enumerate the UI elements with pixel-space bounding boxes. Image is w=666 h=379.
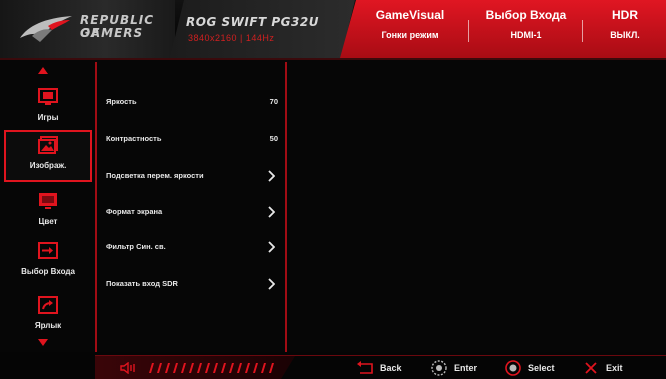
rog-eye-logo-icon	[20, 16, 72, 42]
sidebar-item-label: Ярлык	[34, 321, 62, 330]
osd-menu: REPUBLIC OF GAMERS ROG SWIFT PG32U 3840x…	[0, 0, 666, 379]
joystick-enter-icon	[431, 360, 447, 376]
hdr-value: ВЫКЛ.	[610, 30, 640, 40]
select-label: Select	[528, 363, 555, 373]
menu-item-contrast[interactable]: Контрастность 50	[100, 129, 282, 149]
input-title: Выбор Входа	[485, 8, 567, 22]
exit-button[interactable]: Exit	[582, 359, 636, 377]
chevron-right-icon	[268, 241, 275, 253]
menu-item-show-sdr-input[interactable]: Показать вход SDR	[100, 274, 282, 294]
back-button[interactable]: Back	[356, 359, 416, 377]
select-button[interactable]: Select	[504, 359, 574, 377]
header-divider	[468, 20, 469, 42]
input-arrow-icon	[38, 242, 58, 259]
sidebar-item-color[interactable]: Цвет	[6, 188, 90, 236]
shortcut-icon	[38, 296, 58, 314]
chevron-right-icon	[268, 170, 275, 182]
menu-item-blue-light-filter[interactable]: Фильтр Син. св.	[100, 237, 282, 257]
enter-label: Enter	[454, 363, 478, 373]
menu-item-value: 70	[269, 97, 278, 106]
gamevisual-value: Гонки режим	[381, 30, 439, 40]
gamevisual-status: GameVisual Гонки режим	[358, 0, 462, 58]
sidebar-item-gaming[interactable]: Игры	[6, 84, 90, 132]
input-status: Выбор Входа HDMI-1	[474, 0, 578, 58]
sidebar-item-input[interactable]: Выбор Входа	[6, 238, 90, 286]
menu-item-label: Формат экрана	[106, 207, 163, 216]
brand-line2: GAMERS	[80, 26, 144, 40]
nav-down-arrow-icon[interactable]	[38, 339, 48, 346]
enter-button[interactable]: Enter	[430, 359, 496, 377]
model-info: ROG SWIFT PG32U 3840x2160 | 144Hz	[170, 0, 355, 58]
sidebar-item-image[interactable]: Изображ.	[4, 130, 92, 182]
color-monitor-icon	[39, 193, 57, 209]
sidebar-item-shortcut[interactable]: Ярлык	[6, 292, 90, 340]
chevron-right-icon	[268, 278, 275, 290]
input-value: HDMI-1	[510, 30, 542, 40]
speaker-icon	[120, 362, 135, 374]
panel-divider	[285, 62, 287, 352]
gamevisual-title: GameVisual	[375, 8, 445, 22]
gamepad-screen-icon	[38, 88, 58, 105]
menu-item-value: 50	[269, 134, 278, 143]
model-name: ROG SWIFT PG32U	[186, 15, 319, 29]
header-bar: REPUBLIC OF GAMERS ROG SWIFT PG32U 3840x…	[0, 0, 666, 58]
menu-item-label: Фильтр Син. св.	[106, 242, 166, 251]
image-icon	[38, 136, 58, 154]
footer-line	[95, 355, 666, 356]
menu-item-variable-backlight[interactable]: Подсветка перем. яркости	[100, 166, 282, 186]
menu-item-label: Показать вход SDR	[106, 279, 178, 288]
back-label: Back	[380, 363, 402, 373]
menu-item-label: Яркость	[106, 97, 137, 106]
model-resolution: 3840x2160 | 144Hz	[188, 33, 275, 43]
close-icon	[585, 362, 597, 374]
sidebar-item-label: Цвет	[38, 217, 58, 226]
sidebar-nav: Игры Изображ. Цвет Выбор Входа Ярлык	[0, 60, 92, 352]
menu-item-aspect-ratio[interactable]: Формат экрана	[100, 202, 282, 222]
joystick-select-icon	[505, 360, 521, 376]
header-divider	[582, 20, 583, 42]
back-arrow-icon	[357, 361, 373, 374]
menu-item-label: Подсветка перем. яркости	[106, 171, 204, 180]
panel-divider	[95, 62, 97, 352]
menu-item-label: Контрастность	[106, 134, 162, 143]
exit-label: Exit	[606, 363, 623, 373]
sidebar-item-label: Выбор Входа	[21, 267, 75, 276]
chevron-right-icon	[268, 206, 275, 218]
sidebar-item-label: Игры	[37, 113, 59, 122]
sidebar-item-label: Изображ.	[29, 161, 67, 170]
menu-item-brightness[interactable]: Яркость 70	[100, 92, 282, 112]
hdr-status: HDR ВЫКЛ.	[590, 0, 660, 58]
nav-up-arrow-icon[interactable]	[38, 67, 48, 74]
brand-area: REPUBLIC OF GAMERS	[0, 0, 175, 58]
hdr-title: HDR	[612, 8, 638, 22]
header-divider-line	[0, 58, 666, 60]
volume-level-bars	[149, 363, 274, 373]
